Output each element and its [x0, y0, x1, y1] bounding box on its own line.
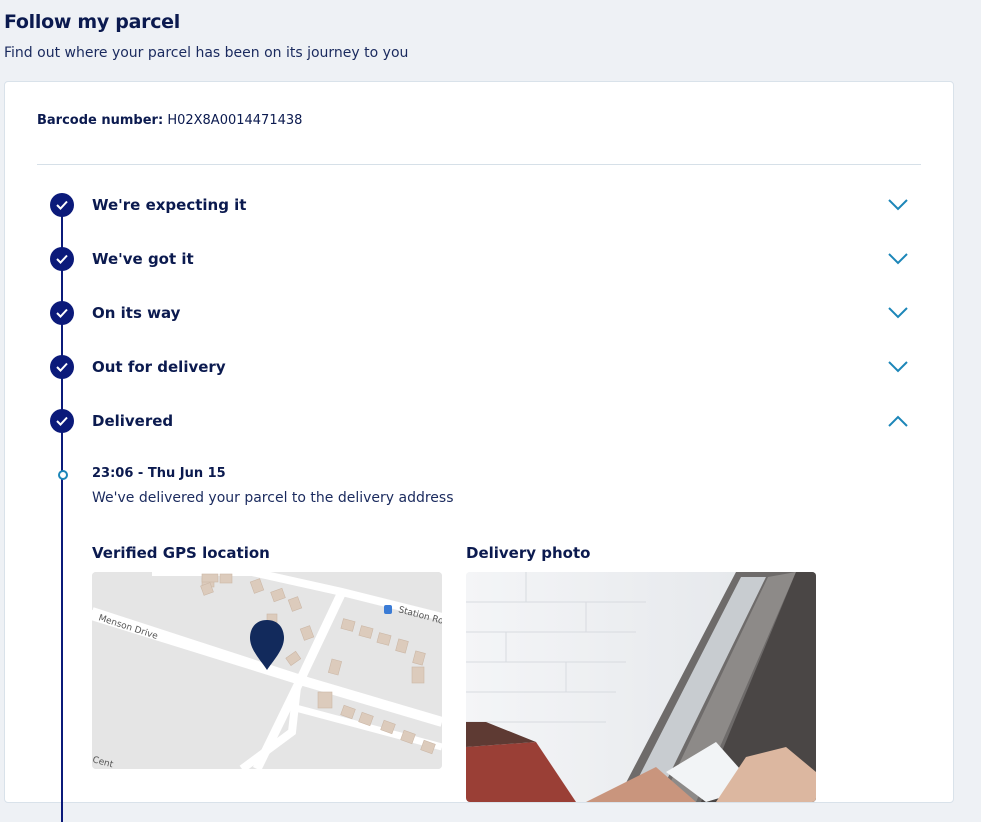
step-label: We've got it [92, 250, 194, 268]
step-on-its-way[interactable]: On its way [50, 299, 910, 327]
barcode-label: Barcode number: [37, 113, 164, 128]
event-time: 23:06 - Thu Jun 15 [92, 466, 226, 481]
chevron-down-icon[interactable] [886, 251, 910, 267]
check-icon [50, 301, 74, 325]
chevron-down-icon[interactable] [886, 359, 910, 375]
step-label: Out for delivery [92, 358, 226, 376]
step-label: On its way [92, 304, 181, 322]
step-got-it[interactable]: We've got it [50, 245, 910, 273]
step-label: We're expecting it [92, 196, 247, 214]
gps-heading: Verified GPS location [92, 544, 270, 562]
tracking-card: Barcode number: H02X8A0014471438 We're e… [4, 81, 954, 822]
delivery-photo[interactable] [466, 572, 816, 802]
chevron-down-icon[interactable] [886, 305, 910, 321]
page-title: Follow my parcel [4, 11, 180, 33]
step-out-for-delivery[interactable]: Out for delivery [50, 353, 910, 381]
divider [37, 164, 921, 165]
step-delivered[interactable]: Delivered [50, 407, 910, 435]
step-expecting[interactable]: We're expecting it [50, 191, 910, 219]
check-icon [50, 409, 74, 433]
event-description: We've delivered your parcel to the deliv… [92, 490, 454, 506]
gps-map[interactable]: Menson Drive Station Ro Cent [92, 572, 442, 769]
check-icon [50, 355, 74, 379]
page-subtitle: Find out where your parcel has been on i… [4, 45, 409, 61]
chevron-down-icon[interactable] [886, 197, 910, 213]
check-icon [50, 247, 74, 271]
chevron-up-icon[interactable] [886, 413, 910, 429]
photo-heading: Delivery photo [466, 544, 591, 562]
barcode-row: Barcode number: H02X8A0014471438 [37, 113, 302, 128]
barcode-value: H02X8A0014471438 [167, 113, 303, 128]
event-dot [58, 470, 68, 480]
timeline-line [61, 202, 63, 822]
check-icon [50, 193, 74, 217]
step-label: Delivered [92, 412, 174, 430]
